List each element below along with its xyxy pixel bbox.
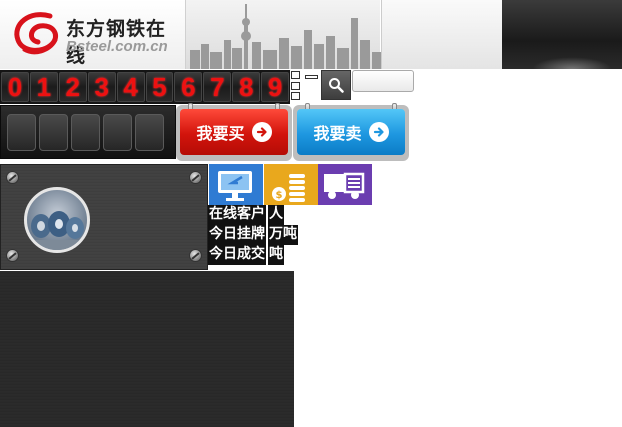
truck-tile[interactable] [318, 164, 372, 205]
mini-square-icon[interactable] [291, 92, 300, 100]
skyline-banner [185, 0, 381, 69]
digit-8: 8 [232, 72, 261, 102]
header-dark-panel [502, 0, 622, 69]
logo-domain: Bsteel.com.cn [66, 38, 168, 55]
digit-strip: 0 1 2 3 4 5 6 7 8 9 [0, 70, 290, 104]
page: 东方钢铁在线 Bsteel.com.cn 0 1 2 3 4 5 6 7 8 9… [0, 0, 622, 427]
mini-controls[interactable] [290, 70, 320, 102]
steel-coil-icon [27, 211, 87, 250]
stat-online-label: 在线客户 [208, 205, 266, 225]
sell-label: 我要卖 [313, 124, 362, 143]
mini-bar-icon[interactable] [305, 75, 318, 79]
stat-today-deals: 今日成交 吨 [208, 245, 284, 265]
digit-6: 6 [174, 72, 203, 102]
digit-0: 0 [1, 72, 29, 102]
stat-today-listed: 今日挂牌 万吨 [208, 225, 298, 245]
steel-coil-avatar[interactable] [24, 187, 90, 253]
svg-text:$: $ [276, 190, 283, 201]
digit-4: 4 [116, 72, 145, 102]
truck-icon [324, 172, 365, 199]
screw-icon [189, 171, 202, 184]
digit-9: 9 [261, 72, 290, 102]
product-panel [0, 164, 208, 270]
header-blank-panel [381, 0, 502, 69]
buy-label: 我要买 [196, 124, 245, 143]
search-input[interactable] [352, 70, 414, 92]
counter-slot [135, 114, 164, 151]
arrow-right-icon [251, 122, 272, 142]
buy-button[interactable]: 我要买 [176, 103, 292, 161]
digit-7: 7 [203, 72, 232, 102]
screw-icon [6, 249, 19, 262]
counter-display [0, 105, 176, 159]
search-icon [329, 78, 344, 93]
monitor-tile[interactable] [209, 164, 263, 205]
mini-square-icon[interactable] [291, 71, 300, 79]
stat-deal-label: 今日成交 [208, 245, 266, 265]
sell-button[interactable]: 我要卖 [293, 103, 409, 161]
arrow-right-icon [368, 122, 389, 142]
digit-3: 3 [87, 72, 116, 102]
screw-icon [189, 249, 202, 262]
lower-metal-panel [0, 271, 294, 427]
digit-1: 1 [29, 72, 58, 102]
digit-2: 2 [58, 72, 87, 102]
header-banner: 东方钢铁在线 Bsteel.com.cn [0, 0, 622, 69]
counter-slot [103, 114, 132, 151]
search-button[interactable] [321, 70, 351, 100]
coins-icon: $ [272, 173, 305, 202]
stat-listed-unit: 万吨 [268, 225, 298, 245]
coins-tile[interactable]: $ [264, 164, 318, 205]
mini-square-icon[interactable] [291, 82, 300, 90]
stat-online-unit: 人 [268, 205, 284, 225]
city-skyline-icon [190, 4, 381, 69]
stat-listed-label: 今日挂牌 [208, 225, 266, 245]
counter-slot [71, 114, 100, 151]
logo-swirl-icon [14, 12, 58, 55]
stat-deal-unit: 吨 [268, 245, 284, 265]
stat-online-customers: 在线客户 人 [208, 205, 284, 225]
screw-icon [6, 171, 19, 184]
counter-slot [7, 114, 36, 151]
monitor-icon [218, 170, 252, 201]
digit-5: 5 [145, 72, 174, 102]
counter-slot [39, 114, 68, 151]
logo[interactable]: 东方钢铁在线 Bsteel.com.cn [0, 0, 185, 69]
